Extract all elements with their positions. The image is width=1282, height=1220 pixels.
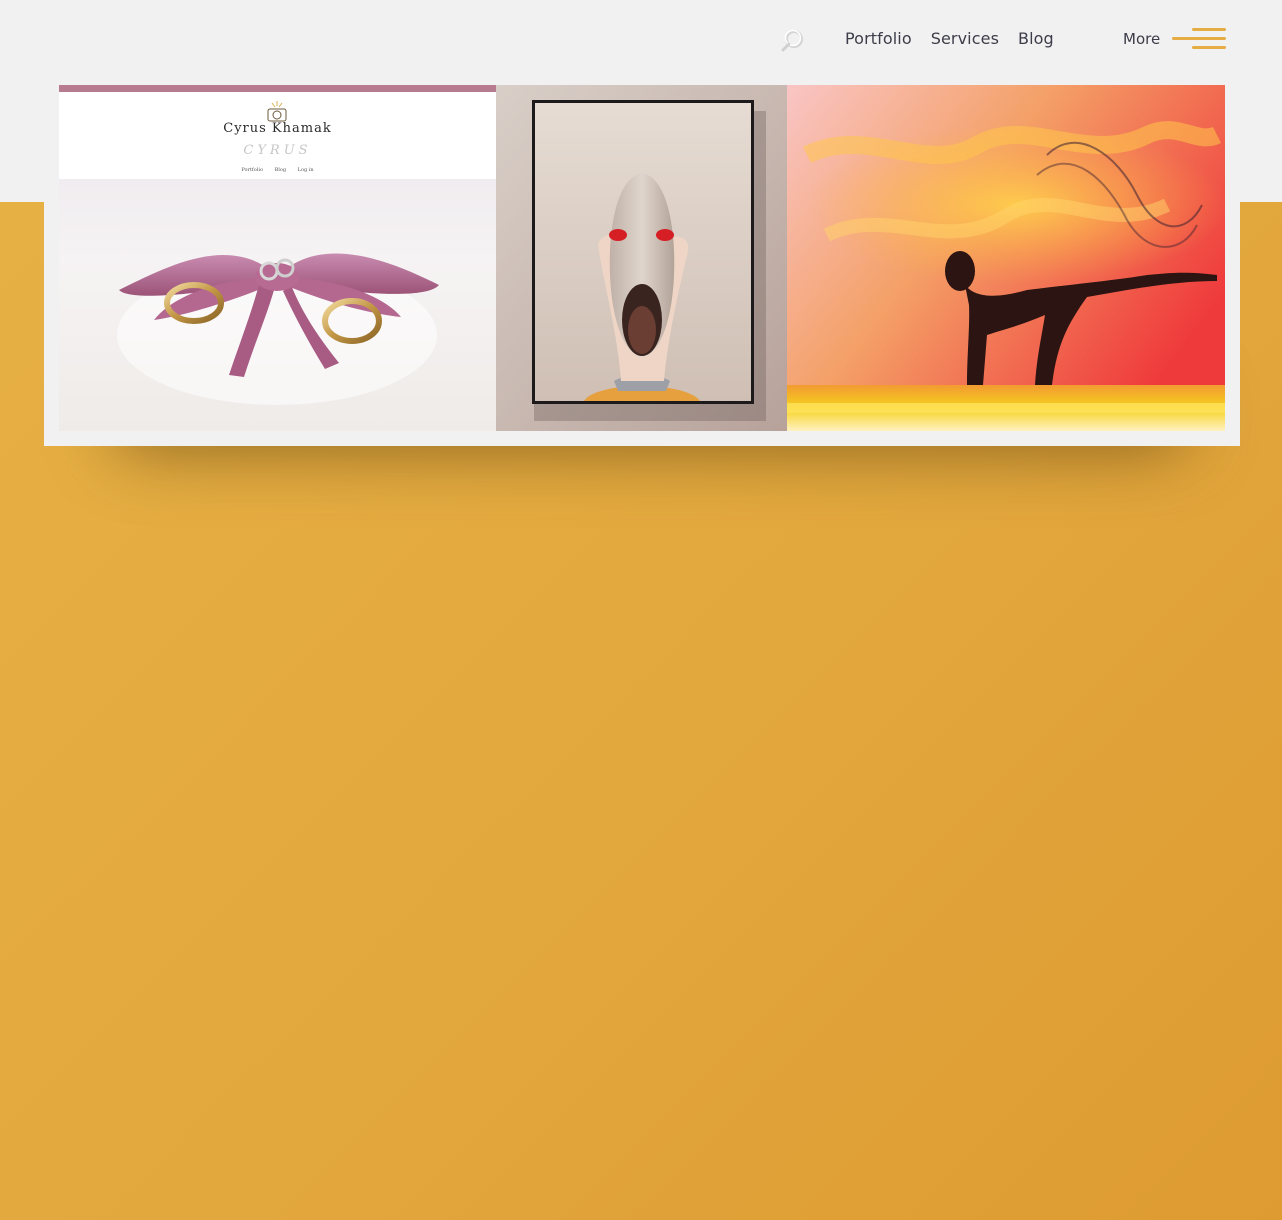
nav-portfolio[interactable]: Portfolio (845, 29, 912, 49)
gallery-item-yoga-sunset[interactable] (787, 85, 1225, 431)
main-nav: Portfolio Services Blog (845, 29, 1073, 49)
preview-site-nav: Portfolio Blog Log in (59, 167, 496, 173)
gallery-item-shoe-face[interactable] (496, 85, 787, 431)
search-button[interactable] (778, 26, 808, 56)
more-label: More (1123, 30, 1161, 48)
preview-site-script: CYRUS (243, 143, 312, 158)
nav-blog[interactable]: Blog (1018, 29, 1054, 49)
nav-services[interactable]: Services (931, 29, 999, 49)
preview-site-title: Cyrus Khamak (223, 121, 332, 136)
gallery-card: Cyrus Khamak CYRUS Portfolio Blog Log in (44, 70, 1240, 446)
yoga-sunset-image (787, 85, 1225, 431)
shoe-face-image (496, 85, 787, 431)
hamburger-menu-icon (1170, 28, 1227, 50)
gallery-item-wedding-rings[interactable]: Cyrus Khamak CYRUS Portfolio Blog Log in (59, 85, 496, 431)
wedding-rings-image (59, 85, 496, 431)
more-menu-button[interactable]: More (1123, 28, 1227, 50)
preview-nav-blog: Blog (274, 167, 287, 173)
preview-nav-portfolio: Portfolio (241, 167, 263, 173)
site-header: Portfolio Services Blog More (0, 0, 1282, 80)
preview-nav-login: Log in (297, 167, 314, 173)
search-icon (781, 29, 803, 52)
